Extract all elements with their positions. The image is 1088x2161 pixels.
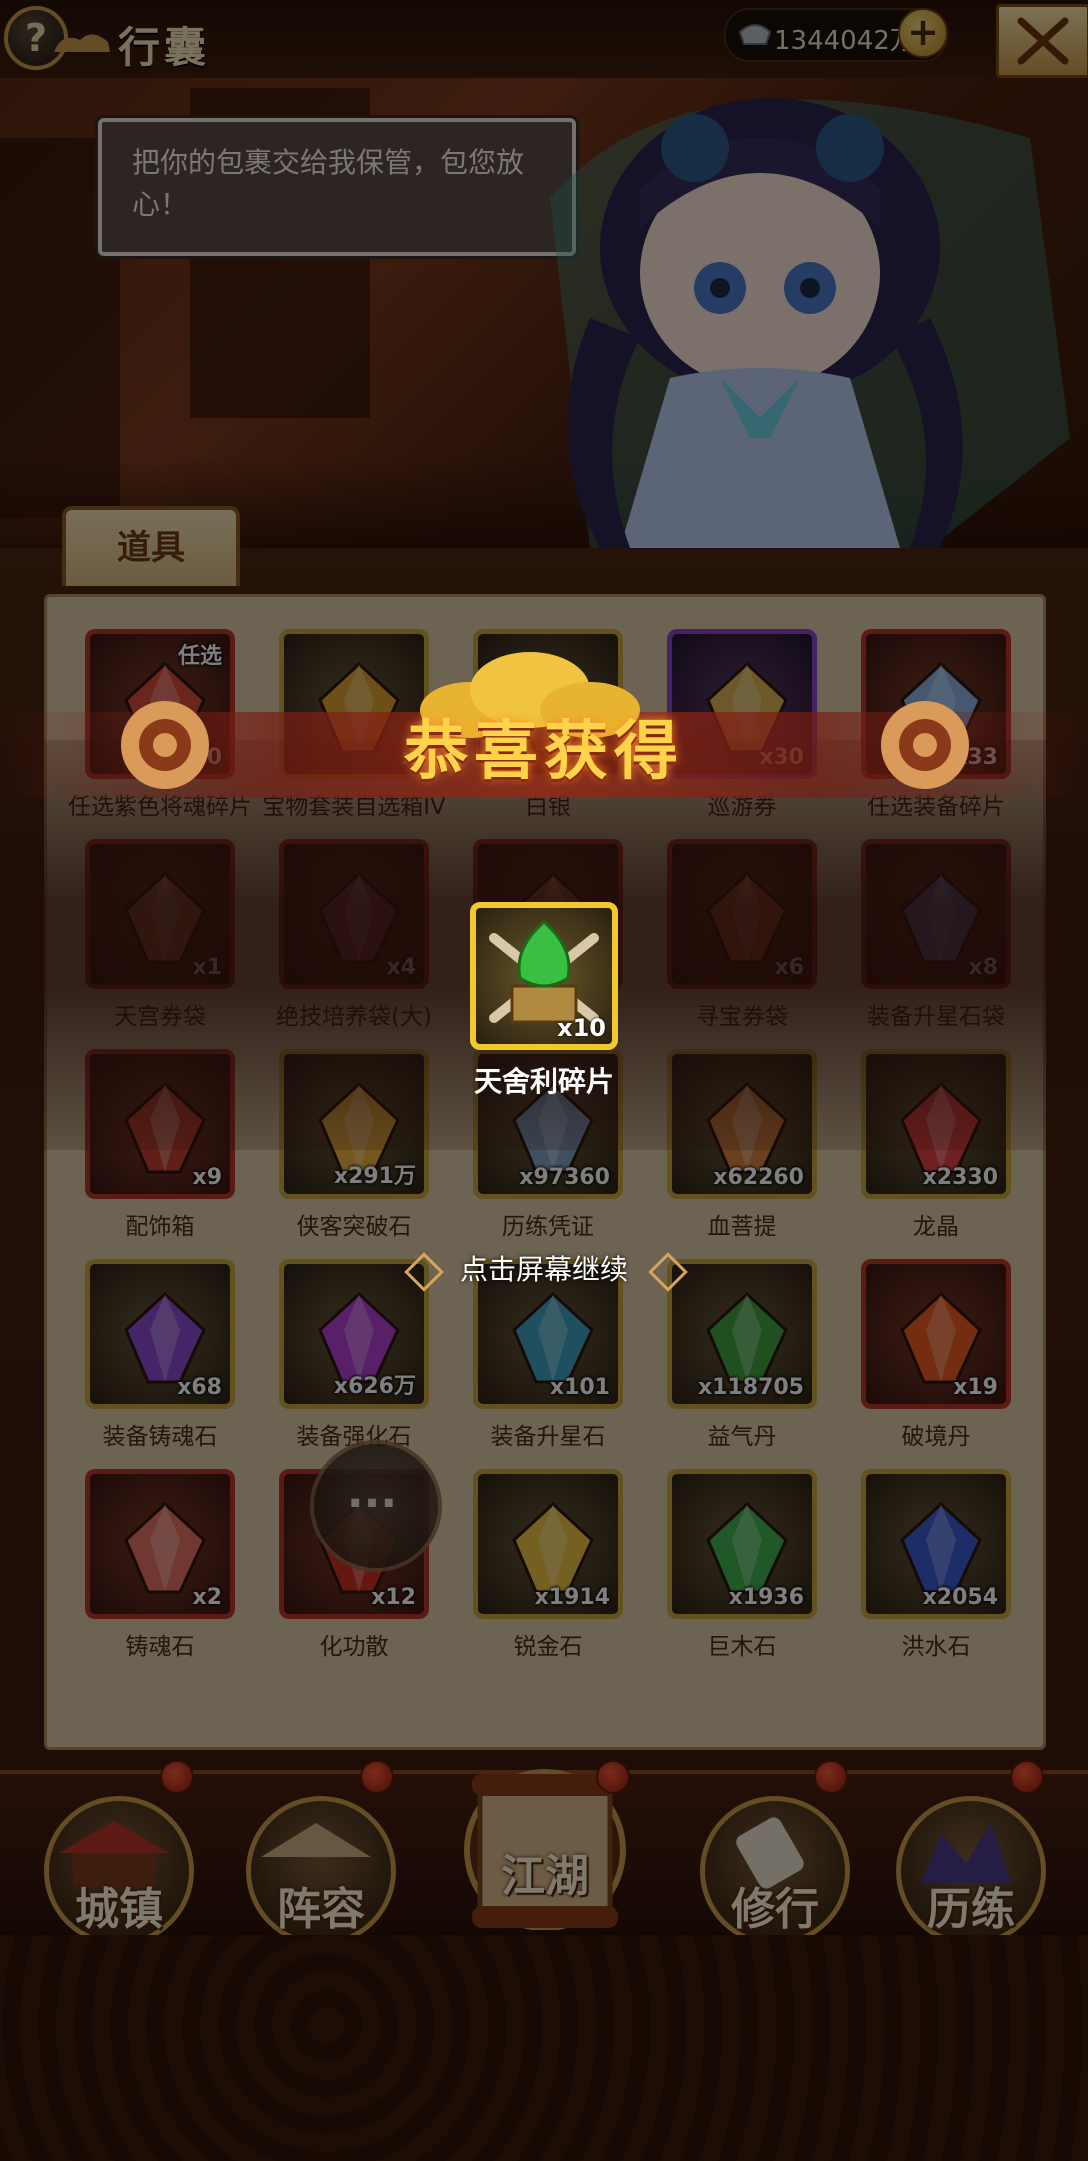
reward-item-slot[interactable]: x10 <box>470 902 618 1050</box>
left-cloud-ornament-icon <box>121 701 209 789</box>
continue-hint: 点击屏幕继续 <box>459 1253 628 1286</box>
reward-item-name: 天舍利碎片 <box>473 1065 614 1098</box>
reward-item-count: x10 <box>557 1014 606 1042</box>
right-cloud-ornament-icon <box>881 701 969 789</box>
reward-title: 恭喜获得 <box>404 714 684 789</box>
